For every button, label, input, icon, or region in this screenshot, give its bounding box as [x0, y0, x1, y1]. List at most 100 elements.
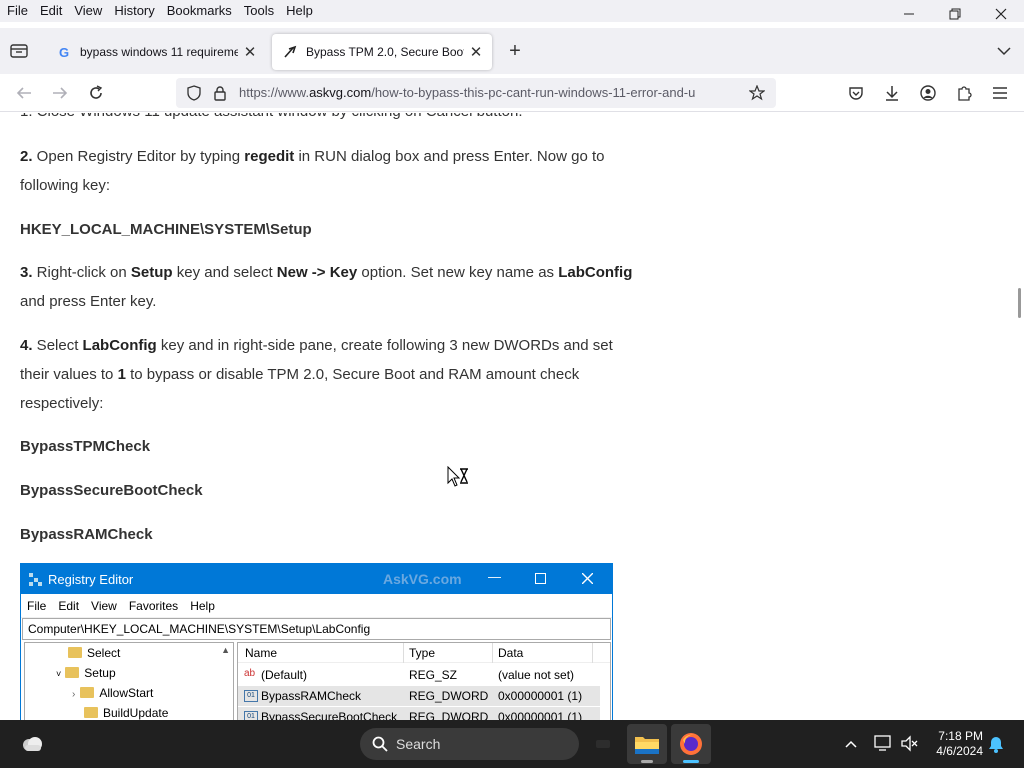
task-view-icon[interactable]: [596, 740, 610, 748]
dword-bypass-ram: BypassRAMCheck: [20, 526, 153, 543]
row-name: BypassSecureBootCheck: [261, 710, 398, 720]
menu-tools[interactable]: Tools: [238, 0, 280, 22]
network-display-icon[interactable]: [874, 735, 892, 752]
url-domain: askvg.com: [309, 85, 372, 100]
lock-icon[interactable]: [213, 85, 227, 101]
chevron-right-icon: ›: [72, 689, 76, 700]
url-path: /how-to-bypass-this-pc-cant-run-windows-…: [371, 85, 696, 100]
tree-label: Setup: [84, 666, 116, 680]
menu-history[interactable]: History: [108, 0, 160, 22]
account-icon: [920, 85, 936, 101]
google-icon: G: [58, 44, 70, 60]
row-type: REG_SZ: [409, 668, 458, 682]
taskbar-search[interactable]: Search: [360, 728, 579, 760]
regedit-icon: [29, 572, 42, 586]
firefox-taskbar-button[interactable]: [671, 724, 711, 764]
table-row: ab (Default) REG_SZ (value not set): [238, 665, 610, 685]
menu-edit[interactable]: Edit: [34, 0, 68, 22]
file-explorer-icon: [635, 737, 659, 754]
menu-view[interactable]: View: [68, 0, 108, 22]
clock-time: 7:18 PM: [938, 729, 983, 743]
plus-icon: +: [509, 39, 521, 62]
tab-close-button[interactable]: ✕: [464, 40, 488, 64]
hamburger-menu-icon: [993, 87, 1007, 99]
chevron-up-icon[interactable]: [845, 740, 857, 748]
weather-cloud-icon: [23, 737, 42, 751]
volume-muted-icon[interactable]: [900, 735, 918, 752]
extensions-button[interactable]: [950, 81, 978, 105]
puzzle-icon: [958, 86, 972, 101]
regedit-tree: Select ˅ Setup › AllowStart BuildUpdate ▲: [24, 642, 234, 720]
step-text: Right-click on: [32, 264, 131, 281]
downloads-button[interactable]: [878, 81, 906, 105]
pocket-icon: [849, 87, 863, 100]
regedit-titlebar: Registry Editor AskVG.com —: [21, 564, 612, 594]
column-name: Name: [245, 646, 278, 660]
search-icon: [372, 736, 388, 752]
registry-editor-screenshot: Registry Editor AskVG.com — File Edit Vi…: [20, 563, 613, 720]
tree-label: AllowStart: [99, 686, 154, 700]
watermark: AskVG.com: [383, 571, 462, 587]
step-bold: New -> Key: [276, 264, 358, 281]
row-type: REG_DWORD: [409, 710, 489, 720]
search-label: Search: [396, 736, 441, 752]
reload-icon: [90, 85, 103, 99]
tab-google-search[interactable]: G bypass windows 11 requiremen ✕: [46, 34, 266, 70]
account-button[interactable]: [914, 81, 942, 105]
close-icon: [995, 8, 1007, 20]
step-3-text: 3. Right-click on Setup key and select N…: [20, 258, 640, 316]
menu-bookmarks[interactable]: Bookmarks: [161, 0, 238, 22]
new-tab-button[interactable]: +: [505, 39, 525, 62]
restore-button[interactable]: [932, 0, 978, 28]
file-explorer-button[interactable]: [627, 724, 667, 764]
step-text: Open Registry Editor by typing: [32, 148, 245, 165]
firefox-view-button[interactable]: [9, 41, 29, 61]
url-bar[interactable]: https://www.askvg.com/how-to-bypass-this…: [176, 78, 776, 108]
back-button[interactable]: [10, 81, 38, 105]
row-data: 0x00000001 (1): [498, 689, 583, 703]
row-name: BypassRAMCheck: [261, 689, 362, 703]
tab-favicon-icon: [282, 44, 298, 60]
clock[interactable]: 7:18 PM 4/6/2024: [928, 729, 983, 759]
url-text: https://www.askvg.com/how-to-bypass-this…: [239, 85, 739, 100]
menu-file[interactable]: File: [0, 0, 34, 22]
step-number: 3.: [20, 264, 33, 281]
regedit-menu-edit: Edit: [58, 598, 80, 613]
arrow-right-icon: [53, 87, 68, 99]
menu-help[interactable]: Help: [280, 0, 319, 22]
dword-value-icon: 01: [244, 711, 258, 720]
step-text: option. Set new key name as: [357, 264, 559, 281]
regedit-menu-file: File: [27, 598, 47, 613]
taskbar: Search 7:18 PM 4/6/2024: [0, 720, 1024, 768]
folder-icon: [80, 687, 95, 698]
scroll-up-icon: ▲: [221, 645, 230, 655]
column-data: Data: [498, 646, 524, 660]
bookmark-star-icon[interactable]: [749, 85, 765, 101]
step-1-text: 1. Close Windows 11 update assistant win…: [20, 113, 640, 126]
page-scrollbar-thumb[interactable]: [1018, 288, 1021, 318]
tree-label: Select: [87, 646, 121, 660]
menu-bar: File Edit View History Bookmarks Tools H…: [0, 0, 1024, 22]
reload-button[interactable]: [82, 81, 110, 105]
tree-item-setup: ˅ Setup: [56, 666, 116, 680]
chevron-down-icon: ˅: [56, 669, 62, 679]
tab-close-button[interactable]: ✕: [238, 40, 262, 64]
table-row: 01 BypassRAMCheck REG_DWORD 0x00000001 (…: [238, 686, 600, 706]
tab-askvg[interactable]: Bypass TPM 2.0, Secure Boot, P ✕: [272, 34, 492, 70]
folder-icon: [68, 647, 82, 658]
pocket-button[interactable]: [842, 81, 870, 105]
running-indicator: [641, 760, 653, 763]
step-number: 4.: [20, 337, 33, 354]
close-window-button[interactable]: [978, 0, 1024, 28]
row-name: (Default): [261, 668, 308, 682]
minimize-button[interactable]: [886, 0, 932, 28]
notification-bell-icon[interactable]: [988, 735, 1004, 753]
regedit-menu-help: Help: [190, 598, 215, 613]
weather-widget[interactable]: [20, 732, 44, 756]
forward-button[interactable]: [46, 81, 74, 105]
app-menu-button[interactable]: [986, 81, 1014, 105]
shield-icon[interactable]: [186, 85, 202, 101]
list-all-tabs-button[interactable]: [994, 41, 1014, 61]
clock-date: 4/6/2024: [936, 744, 983, 758]
download-icon: [886, 86, 898, 101]
